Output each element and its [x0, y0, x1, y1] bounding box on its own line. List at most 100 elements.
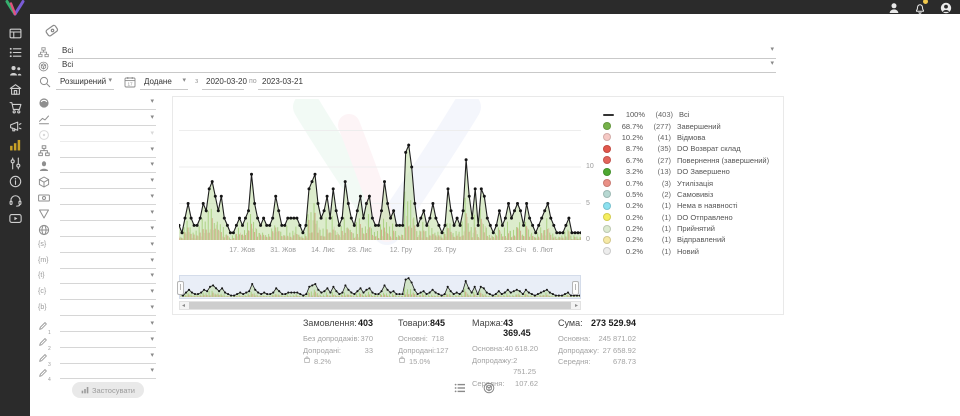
sidebar-item-analytics[interactable] — [9, 138, 22, 151]
user-icon[interactable] — [888, 1, 900, 13]
scrollbar-thumb[interactable] — [189, 302, 571, 309]
filter-value-input[interactable]: ▾ — [60, 286, 156, 300]
custom-field-4-icon: 4 — [38, 365, 51, 378]
legend-percent: 0.5% — [615, 190, 643, 199]
chevron-down-icon[interactable]: ▾ — [150, 304, 154, 311]
legend-item[interactable]: 6.7%(27)Повернення (завершений) — [603, 155, 769, 166]
filter-value-input[interactable]: ▾ — [60, 318, 156, 332]
stats-column: Маржа:43 369.45Основна:40 618.20Допродаж… — [472, 318, 538, 389]
legend-item[interactable]: 0.5%(2)Самовивіз — [603, 189, 769, 200]
scroll-left-arrow-icon[interactable]: ◂ — [182, 302, 185, 310]
chevron-down-icon[interactable]: ▾ — [150, 209, 154, 216]
chevron-down-icon[interactable]: ▾ — [108, 77, 112, 84]
orders-chart[interactable] — [179, 99, 581, 241]
chevron-down-icon[interactable]: ▾ — [150, 193, 154, 200]
chevron-down-icon[interactable]: ▾ — [150, 320, 154, 327]
legend-item[interactable]: 100%(403)Всі — [603, 109, 769, 120]
legend-item[interactable]: 0.2%(1)DO Отправлено — [603, 212, 769, 223]
chevron-down-icon[interactable]: ▾ — [150, 225, 154, 232]
chevron-down-icon[interactable]: ▾ — [150, 336, 154, 343]
legend-item[interactable]: 0.2%(1)Нема в наявності — [603, 200, 769, 211]
sidebar-item-marketing[interactable] — [9, 120, 22, 133]
filter-value-input[interactable]: ▾ — [60, 96, 156, 110]
stat-sublabel: Допродані: — [398, 345, 436, 357]
legend-item[interactable]: 8.7%(35)DO Возврат склад — [603, 143, 769, 154]
sidebar-item-dashboard[interactable] — [9, 27, 22, 40]
navigator-scrollbar[interactable]: ◂ ▸ — [179, 301, 581, 310]
chevron-down-icon[interactable]: ▾ — [150, 114, 154, 121]
filter-value-input[interactable]: ▾ — [60, 207, 156, 221]
list-view-icon[interactable] — [454, 381, 466, 393]
sidebar-item-info[interactable] — [9, 175, 22, 188]
product-filter-input[interactable]: Всі ▾ — [58, 58, 776, 73]
navigator-left-handle[interactable] — [177, 281, 184, 295]
category-filter-input[interactable]: Всі ▾ — [58, 44, 776, 59]
chevron-down-icon[interactable]: ▾ — [150, 367, 154, 374]
profile-avatar-icon[interactable] — [940, 1, 952, 13]
sidebar-item-video[interactable] — [9, 212, 22, 225]
filter-value-input[interactable]: ▾ — [60, 239, 156, 253]
sidebar-item-support[interactable] — [9, 194, 22, 207]
chevron-down-icon[interactable]: ▾ — [150, 177, 154, 184]
chevron-down-icon[interactable]: ▾ — [150, 288, 154, 295]
stat-value: 43 369.45 — [503, 318, 538, 338]
legend-item[interactable]: 0.2%(1)Новий — [603, 246, 769, 257]
filter-value-input[interactable]: ▾ — [60, 334, 156, 348]
chevron-down-icon[interactable]: ▾ — [182, 77, 186, 84]
product-view-icon[interactable] — [483, 381, 495, 393]
chart-navigator[interactable] — [179, 275, 581, 299]
utm-medium-icon: {m} — [38, 257, 51, 270]
sidebar-item-orders[interactable] — [9, 46, 22, 59]
apply-button[interactable]: Застосувати — [72, 382, 144, 398]
chevron-down-icon[interactable]: ▾ — [150, 161, 154, 168]
sidebar-item-settings[interactable] — [9, 157, 22, 170]
legend-item[interactable]: 68.7%(277)Завершений — [603, 120, 769, 131]
sidebar-item-store[interactable] — [9, 83, 22, 96]
stat-subvalue: 33 — [365, 345, 373, 357]
utm-term-icon: {t} — [38, 272, 51, 285]
legend-item[interactable]: 0.7%(3)Утилізація — [603, 177, 769, 188]
tag-icon[interactable] — [44, 23, 60, 44]
legend-item[interactable]: 0.2%(1)Відправлений — [603, 234, 769, 245]
chevron-down-icon[interactable]: ▾ — [150, 257, 154, 264]
legend-marker — [603, 236, 611, 244]
filter-value-input[interactable]: ▾ — [60, 144, 156, 158]
filter-value-input[interactable]: ▾ — [60, 112, 156, 126]
chevron-down-icon[interactable]: ▾ — [150, 241, 154, 248]
filter-value-input[interactable]: ▾ — [60, 302, 156, 316]
filter-value-input[interactable]: ▾ — [60, 255, 156, 269]
date-to-input[interactable]: 2023-03-21 — [258, 75, 300, 90]
navigator-right-handle[interactable] — [572, 281, 579, 295]
filter-value-input[interactable]: ▾ — [60, 223, 156, 237]
chevron-down-icon[interactable]: ▾ — [150, 130, 154, 137]
chevron-down-icon[interactable]: ▾ — [770, 46, 774, 53]
chevron-down-icon[interactable]: ▾ — [150, 352, 154, 359]
sidebar-item-customers[interactable] — [9, 64, 22, 77]
chevron-down-icon[interactable]: ▾ — [770, 60, 774, 67]
scroll-right-arrow-icon[interactable]: ▸ — [575, 302, 578, 310]
legend-item[interactable]: 10.2%(41)Відмова — [603, 132, 769, 143]
date-field-select[interactable]: Додане ▾ — [140, 75, 188, 90]
chevron-down-icon[interactable]: ▾ — [150, 146, 154, 153]
hierarchy-icon — [38, 144, 51, 157]
filter-value-input[interactable]: ▾ — [60, 365, 156, 379]
chevron-down-icon[interactable]: ▾ — [150, 272, 154, 279]
search-mode-select[interactable]: Розширений ▾ — [56, 75, 114, 90]
legend-item[interactable]: 0.2%(1)Прийнятий — [603, 223, 769, 234]
filter-row-globe: ▾ — [36, 223, 158, 238]
legend-marker — [603, 133, 611, 141]
search-icon[interactable] — [39, 75, 51, 93]
legend-item[interactable]: 3.2%(13)DO Завершено — [603, 166, 769, 177]
app-logo[interactable] — [4, 0, 26, 22]
sidebar-item-cart[interactable] — [9, 101, 22, 114]
filter-value-input[interactable]: ▾ — [60, 270, 156, 284]
filter-value-input[interactable]: ▾ — [60, 128, 156, 142]
notifications-bell-icon[interactable] — [914, 1, 926, 13]
date-from-input[interactable]: 2020-03-20 — [202, 75, 244, 90]
filter-value-input[interactable]: ▾ — [60, 175, 156, 189]
filter-value-input[interactable]: ▾ — [60, 350, 156, 364]
stat-sublabel: Основні: — [398, 333, 428, 345]
filter-value-input[interactable]: ▾ — [60, 191, 156, 205]
chevron-down-icon[interactable]: ▾ — [150, 98, 154, 105]
filter-value-input[interactable]: ▾ — [60, 159, 156, 173]
